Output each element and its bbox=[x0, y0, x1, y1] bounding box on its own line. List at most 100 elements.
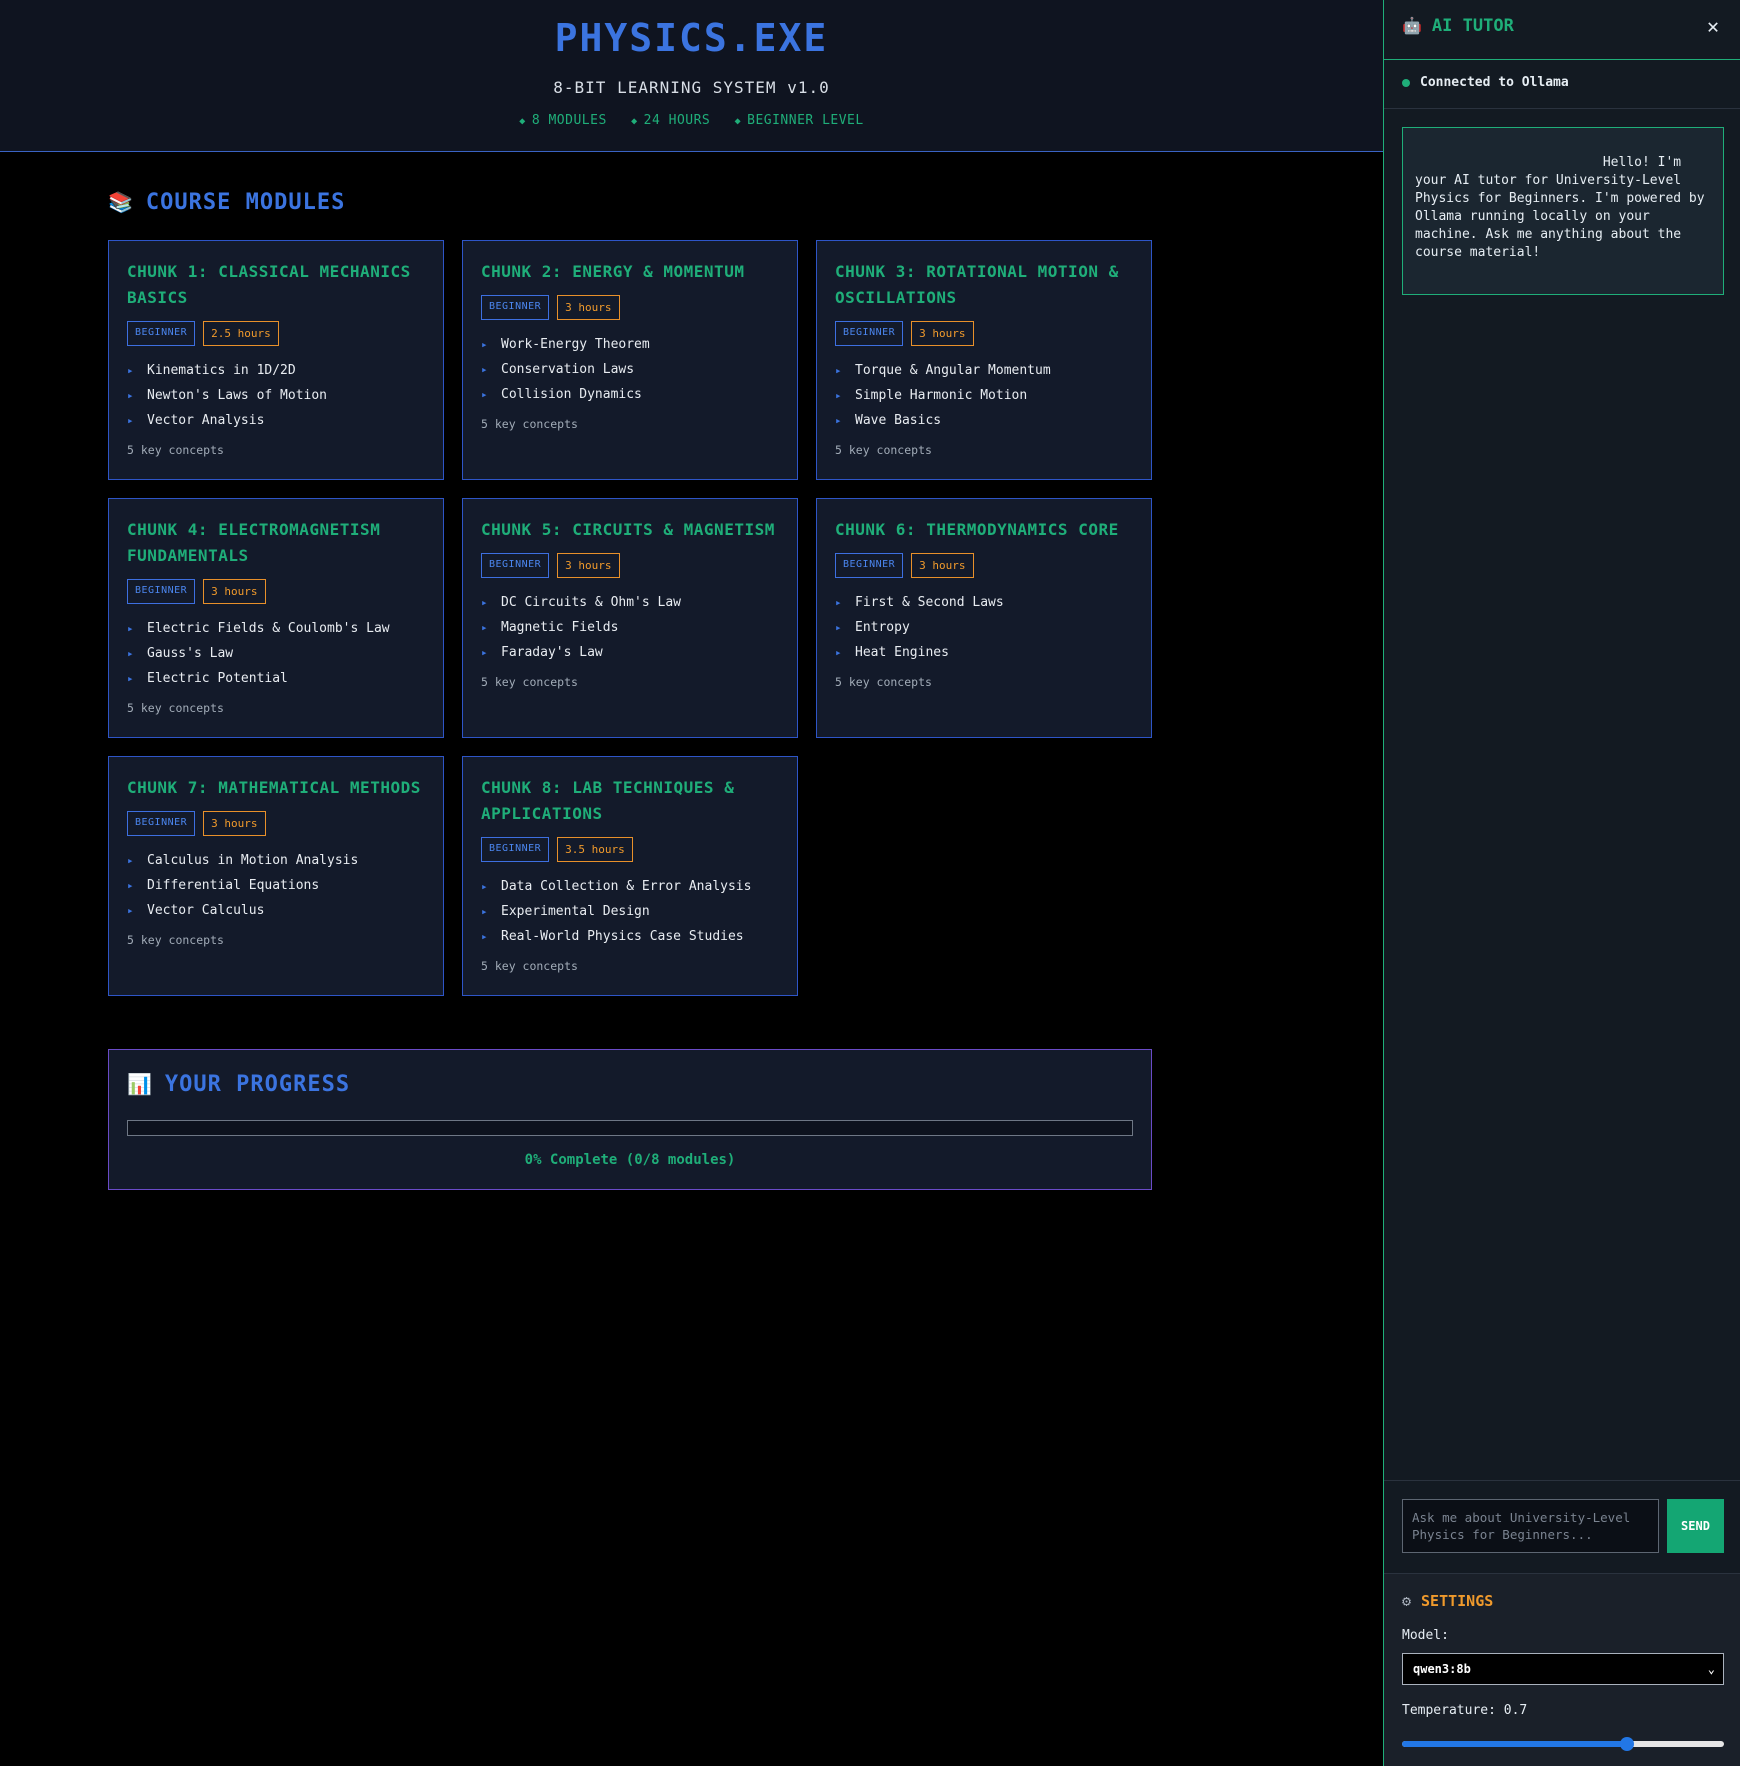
level-badge: BEGINNER bbox=[481, 837, 550, 862]
topic-item: Experimental Design bbox=[481, 899, 779, 924]
course-stats: 8 MODULES 24 HOURS BEGINNER LEVEL bbox=[0, 113, 1383, 128]
stat-modules: 8 MODULES bbox=[519, 113, 606, 128]
hours-badge: 3 hours bbox=[557, 295, 620, 320]
status-dot-icon bbox=[1402, 78, 1410, 87]
slider-track-fill bbox=[1402, 1741, 1628, 1747]
topic-item: Faraday's Law bbox=[481, 640, 779, 665]
level-badge: BEGINNER bbox=[481, 295, 550, 320]
module-card[interactable]: Chunk 7: Mathematical Methods BEGINNER 3 h… bbox=[108, 756, 444, 996]
module-grid: Chunk 1: Classical Mechanics Basics BEGIN… bbox=[108, 240, 1152, 996]
modules-section-label: COURSE MODULES bbox=[145, 190, 346, 215]
module-card[interactable]: Chunk 3: Rotational Motion & Oscillation… bbox=[816, 240, 1152, 480]
stat-hours: 24 HOURS bbox=[631, 113, 710, 128]
hours-badge: 3 hours bbox=[911, 321, 974, 346]
topic-item: Conservation Laws bbox=[481, 357, 779, 382]
main-content: PHYSICS.EXE 8-BIT LEARNING SYSTEM v1.0 8… bbox=[0, 0, 1383, 1766]
connection-status: Connected to Ollama bbox=[1384, 61, 1740, 109]
tutor-title-label: AI TUTOR bbox=[1431, 16, 1514, 36]
topic-item: Newton's Laws of Motion bbox=[127, 383, 425, 408]
chat-composer: SEND bbox=[1384, 1480, 1740, 1572]
tutor-header: 🤖 AI TUTOR ✕ bbox=[1384, 0, 1740, 60]
level-badge: BEGINNER bbox=[835, 321, 904, 346]
bar-chart-icon: 📊 bbox=[127, 1072, 153, 1096]
module-card[interactable]: Chunk 2: Energy & Momentum BEGINNER 3 hour… bbox=[462, 240, 798, 480]
topic-list: Kinematics in 1D/2DNewton's Laws of Moti… bbox=[127, 358, 425, 433]
module-card[interactable]: Chunk 6: Thermodynamics Core BEGINNER 3 ho… bbox=[816, 498, 1152, 738]
module-badges: BEGINNER 3 hours bbox=[481, 553, 779, 578]
chat-input[interactable] bbox=[1402, 1499, 1659, 1553]
topic-list: Electric Fields & Coulomb's LawGauss's L… bbox=[127, 616, 425, 691]
module-title: Chunk 8: Lab Techniques & Applications bbox=[481, 778, 735, 823]
module-title: Chunk 1: Classical Mechanics Basics bbox=[127, 262, 411, 307]
module-card[interactable]: Chunk 1: Classical Mechanics Basics BEGIN… bbox=[108, 240, 444, 480]
module-badges: BEGINNER 3 hours bbox=[835, 321, 1133, 346]
topic-item: Magnetic Fields bbox=[481, 615, 779, 640]
module-title: Chunk 2: Energy & Momentum bbox=[481, 262, 745, 281]
key-concepts-count: 5 key concepts bbox=[127, 933, 224, 947]
robot-icon: 🤖 bbox=[1402, 16, 1422, 35]
hours-badge: 3 hours bbox=[203, 811, 266, 836]
slider-thumb[interactable] bbox=[1620, 1737, 1635, 1751]
module-badges: BEGINNER 3.5 hours bbox=[481, 837, 779, 862]
topic-item: Wave Basics bbox=[835, 408, 1133, 433]
module-badges: BEGINNER 3 hours bbox=[127, 579, 425, 604]
gear-icon: ⚙ bbox=[1402, 1592, 1412, 1610]
topic-item: Simple Harmonic Motion bbox=[835, 383, 1133, 408]
module-badges: BEGINNER 2.5 hours bbox=[127, 321, 425, 346]
topic-item: Kinematics in 1D/2D bbox=[127, 358, 425, 383]
connection-status-text: Connected to Ollama bbox=[1420, 75, 1569, 90]
module-title: Chunk 7: Mathematical Methods bbox=[127, 778, 421, 797]
key-concepts-count: 5 key concepts bbox=[481, 959, 578, 973]
module-title: Chunk 6: Thermodynamics Core bbox=[835, 520, 1119, 539]
topic-item: Work-Energy Theorem bbox=[481, 332, 779, 357]
topic-list: Calculus in Motion AnalysisDifferential … bbox=[127, 848, 425, 923]
level-badge: BEGINNER bbox=[127, 321, 196, 346]
key-concepts-count: 5 key concepts bbox=[835, 443, 932, 457]
key-concepts-count: 5 key concepts bbox=[481, 675, 578, 689]
module-badges: BEGINNER 3 hours bbox=[835, 553, 1133, 578]
module-badges: BEGINNER 3 hours bbox=[127, 811, 425, 836]
hours-badge: 3 hours bbox=[911, 553, 974, 578]
model-select-value: qwen3:8b bbox=[1413, 1662, 1471, 1676]
temperature-slider[interactable] bbox=[1402, 1737, 1724, 1751]
send-button[interactable]: SEND bbox=[1667, 1499, 1724, 1553]
hours-badge: 3.5 hours bbox=[557, 837, 633, 862]
level-badge: BEGINNER bbox=[835, 553, 904, 578]
hours-badge: 3 hours bbox=[203, 579, 266, 604]
module-title: Chunk 3: Rotational Motion & Oscillation… bbox=[835, 262, 1119, 307]
key-concepts-count: 5 key concepts bbox=[127, 443, 224, 457]
topic-item: First & Second Laws bbox=[835, 590, 1133, 615]
topic-item: Electric Potential bbox=[127, 666, 425, 691]
level-badge: BEGINNER bbox=[127, 811, 196, 836]
model-label: Model: bbox=[1402, 1628, 1449, 1643]
topic-item: DC Circuits & Ohm's Law bbox=[481, 590, 779, 615]
topic-item: Gauss's Law bbox=[127, 641, 425, 666]
progress-text: 0% Complete (0/8 modules) bbox=[524, 1152, 736, 1168]
topic-item: Differential Equations bbox=[127, 873, 425, 898]
settings-title-label: SETTINGS bbox=[1421, 1592, 1494, 1610]
page-header: PHYSICS.EXE 8-BIT LEARNING SYSTEM v1.0 8… bbox=[0, 0, 1383, 152]
topic-item: Electric Fields & Coulomb's Law bbox=[127, 616, 425, 641]
key-concepts-count: 5 key concepts bbox=[835, 675, 932, 689]
modules-section-title: 📚 COURSE MODULES bbox=[108, 190, 345, 215]
topic-item: Real-World Physics Case Studies bbox=[481, 924, 779, 949]
topic-list: First & Second LawsEntropyHeat Engines bbox=[835, 590, 1133, 665]
topic-item: Calculus in Motion Analysis bbox=[127, 848, 425, 873]
module-title: Chunk 5: Circuits & Magnetism bbox=[481, 520, 775, 539]
topic-item: Vector Analysis bbox=[127, 408, 425, 433]
module-card[interactable]: Chunk 8: Lab Techniques & Applications BE… bbox=[462, 756, 798, 996]
key-concepts-count: 5 key concepts bbox=[127, 701, 224, 715]
module-badges: BEGINNER 3 hours bbox=[481, 295, 779, 320]
tutor-message: Hello! I'm your AI tutor for University-… bbox=[1402, 127, 1724, 295]
topic-list: Torque & Angular MomentumSimple Harmonic… bbox=[835, 358, 1133, 433]
topic-item: Torque & Angular Momentum bbox=[835, 358, 1133, 383]
temperature-label: Temperature: 0.7 bbox=[1402, 1703, 1528, 1718]
progress-title: 📊 YOUR PROGRESS bbox=[127, 1072, 1133, 1097]
module-card[interactable]: Chunk 4: Electromagnetism Fundamentals BE… bbox=[108, 498, 444, 738]
chevron-down-icon: ⌄ bbox=[1707, 1662, 1715, 1676]
topic-item: Heat Engines bbox=[835, 640, 1133, 665]
close-icon[interactable]: ✕ bbox=[1701, 14, 1725, 38]
topic-item: Entropy bbox=[835, 615, 1133, 640]
model-select[interactable]: qwen3:8b ⌄ bbox=[1402, 1653, 1724, 1685]
module-card[interactable]: Chunk 5: Circuits & Magnetism BEGINNER 3 h… bbox=[462, 498, 798, 738]
